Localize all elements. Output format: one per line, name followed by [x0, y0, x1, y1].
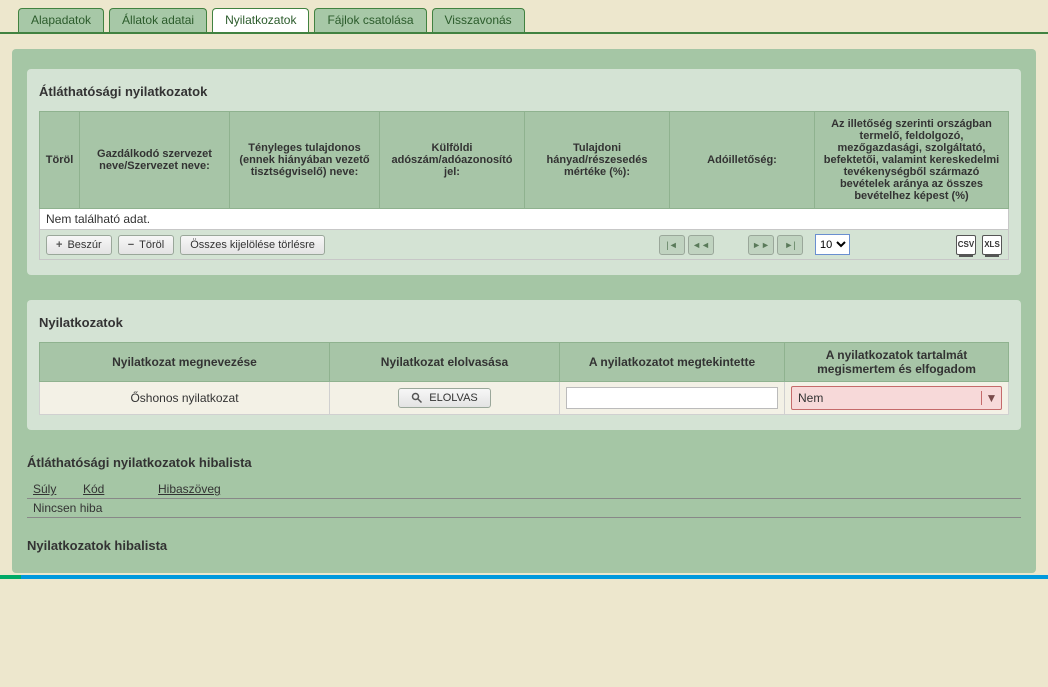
tab-alapadatok[interactable]: Alapadatok — [18, 8, 104, 32]
decl-name-cell: Őshonos nyilatkozat — [40, 382, 330, 415]
col-megtekintette: A nyilatkozatot megtekintette — [560, 343, 785, 382]
declarations-title: Nyilatkozatok — [39, 315, 1009, 330]
transparency-title: Átláthatósági nyilatkozatok — [39, 84, 1009, 99]
col-torol: Töröl — [40, 112, 80, 209]
export-xls-icon[interactable]: XLS — [982, 235, 1002, 255]
pager-first[interactable]: |◄ — [659, 235, 685, 255]
transparency-panel: Átláthatósági nyilatkozatok Töröl Gazdál… — [27, 69, 1021, 275]
no-error-cell: Nincsen hiba — [27, 499, 1021, 518]
pager-next[interactable]: ►► — [748, 235, 774, 255]
minus-icon: − — [128, 239, 134, 251]
select-all-delete-button[interactable]: Összes kijelölése törlésre — [180, 235, 325, 255]
col-kod: Kód — [77, 480, 152, 499]
search-icon — [411, 392, 423, 404]
col-elfogadom: A nyilatkozatok tartalmát megismertem és… — [785, 343, 1009, 382]
col-suly: Súly — [27, 480, 77, 499]
progress-strip — [0, 575, 1048, 579]
table-row: Nincsen hiba — [27, 499, 1021, 518]
declarations-panel: Nyilatkozatok Nyilatkozat megnevezése Ny… — [27, 300, 1021, 430]
col-bevetelek: Az illetőség szerinti országban termelő,… — [815, 112, 1009, 209]
grid-toolbar: + Beszúr − Töröl Összes kijelölése törlé… — [39, 230, 1009, 260]
table-row: Őshonos nyilatkozat ELOLVAS — [40, 382, 1009, 415]
tab-visszavonas[interactable]: Visszavonás — [432, 8, 525, 32]
transparency-grid: Töröl Gazdálkodó szervezet neve/Szerveze… — [39, 111, 1009, 209]
delete-button[interactable]: − Töröl — [118, 235, 175, 255]
col-tulajdonos: Tényleges tulajdonos (ennek hiányában ve… — [230, 112, 380, 209]
col-szervezet: Gazdálkodó szervezet neve/Szervezet neve… — [80, 112, 230, 209]
chevron-down-icon: ▼ — [981, 391, 1001, 405]
insert-button[interactable]: + Beszúr — [46, 235, 112, 255]
page-size-select[interactable]: 10 — [815, 234, 850, 255]
export-csv-icon[interactable]: CSV — [956, 235, 976, 255]
select-all-label: Összes kijelölése törlésre — [190, 239, 315, 251]
tab-nyilatkozatok[interactable]: Nyilatkozatok — [212, 8, 309, 32]
delete-label: Töröl — [139, 239, 164, 251]
viewed-input[interactable] — [566, 387, 778, 409]
col-adoilletes: Adóilletőség: — [670, 112, 815, 209]
tab-fajlok-csatolasa[interactable]: Fájlok csatolása — [314, 8, 426, 32]
nodata-message: Nem található adat. — [39, 209, 1009, 230]
accept-combo[interactable]: Nem ▼ — [791, 386, 1002, 410]
col-hiba: Hibaszöveg — [152, 480, 1021, 499]
tabs-bar: Alapadatok Állatok adatai Nyilatkozatok … — [0, 0, 1048, 34]
errors1-table: Súly Kód Hibaszöveg Nincsen hiba — [27, 480, 1021, 518]
pager-prev[interactable]: ◄◄ — [688, 235, 714, 255]
col-adoszam: Külföldi adószám/adóazonosító jel: — [380, 112, 525, 209]
col-hanyad: Tulajdoni hányad/részesedés mértéke (%): — [525, 112, 670, 209]
errors1-title: Átláthatósági nyilatkozatok hibalista — [27, 455, 1021, 470]
col-elolvasasa: Nyilatkozat elolvasása — [330, 343, 560, 382]
content-area: Átláthatósági nyilatkozatok Töröl Gazdál… — [12, 49, 1036, 573]
plus-icon: + — [56, 239, 62, 251]
errors2-title: Nyilatkozatok hibalista — [27, 538, 1021, 553]
pager-last[interactable]: ►| — [777, 235, 803, 255]
read-label: ELOLVAS — [429, 392, 478, 404]
pager: |◄ ◄◄ ►► ►| 10 — [659, 234, 850, 255]
read-button[interactable]: ELOLVAS — [398, 388, 491, 408]
accept-value: Nem — [792, 391, 981, 405]
col-megnevezes: Nyilatkozat megnevezése — [40, 343, 330, 382]
insert-label: Beszúr — [67, 239, 101, 251]
declarations-grid: Nyilatkozat megnevezése Nyilatkozat elol… — [39, 342, 1009, 415]
tab-allatok-adatai[interactable]: Állatok adatai — [109, 8, 207, 32]
